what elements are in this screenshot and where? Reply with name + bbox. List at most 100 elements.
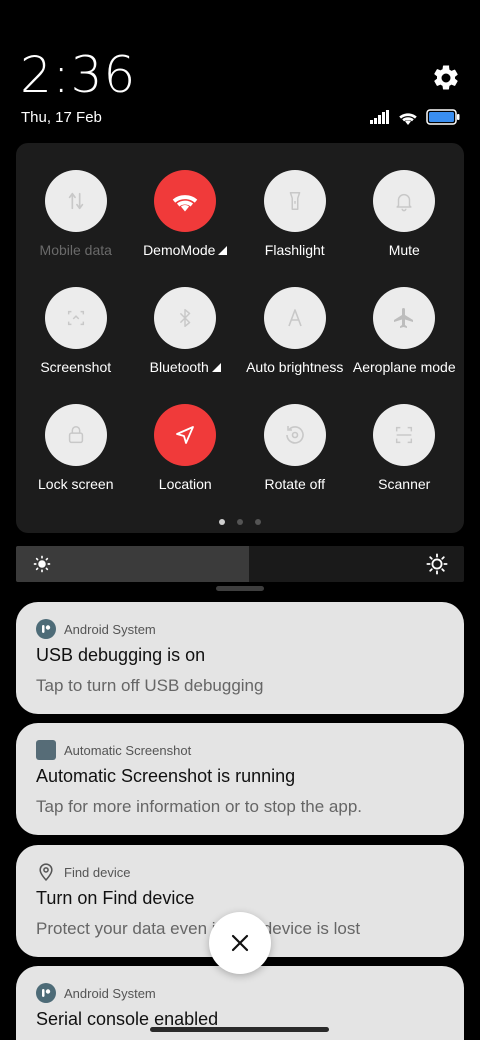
- tile-screenshot[interactable]: Screenshot: [21, 287, 131, 404]
- tile-button[interactable]: [44, 287, 107, 349]
- tile-label-text: Screenshot: [40, 359, 112, 375]
- notification-automatic-screenshot[interactable]: Automatic Screenshot Automatic Screensho…: [16, 723, 464, 835]
- clock: 2:36: [20, 46, 137, 104]
- tile-label: Flashlight: [265, 242, 325, 258]
- quick-settings-grid: Mobile data DemoMode Flashlight Mute Screens…: [16, 170, 464, 521]
- flashlight-icon: [284, 190, 306, 212]
- tile-button[interactable]: [154, 170, 217, 232]
- brightness-slider[interactable]: [16, 546, 464, 582]
- status-icons: [370, 108, 460, 126]
- brightness-high-icon: [426, 553, 448, 575]
- mobile-data-icon: [65, 190, 87, 212]
- notification-app-row: Find device: [36, 862, 130, 882]
- notification-title: Automatic Screenshot is running: [36, 766, 296, 786]
- find-device-icon: [39, 863, 53, 881]
- tile-button[interactable]: [373, 404, 436, 466]
- tile-button[interactable]: [263, 287, 326, 349]
- airplane-icon: [392, 306, 416, 330]
- tile-button[interactable]: [44, 170, 107, 232]
- tile-label-text: Aeroplane mode: [352, 359, 456, 375]
- tile-button[interactable]: [373, 170, 436, 232]
- tile-label-text: DemoMode: [143, 242, 216, 258]
- tile-label: Aeroplane mode: [353, 359, 456, 375]
- gesture-navigation-bar[interactable]: [150, 1027, 329, 1032]
- rotate-icon: [282, 423, 308, 447]
- tile-label: Scanner: [378, 476, 430, 492]
- expand-indicator-icon: [211, 362, 221, 372]
- notification-app-name: Find device: [64, 864, 131, 880]
- tile-button[interactable]: [154, 287, 217, 349]
- screenshot-icon: [64, 307, 88, 329]
- expand-indicator-icon: [218, 245, 228, 255]
- notification-body: Tap to turn off USB debugging: [36, 676, 264, 695]
- tile-button[interactable]: [263, 170, 326, 232]
- tile-label-text: Lock screen: [38, 476, 114, 492]
- notification-app-name: Android System: [64, 985, 156, 1001]
- tile-auto-brightness[interactable]: Auto brightness: [240, 287, 350, 404]
- page-indicator: [16, 519, 464, 525]
- tile-aeroplane-mode[interactable]: Aeroplane mode: [350, 287, 460, 404]
- signal-icon: [370, 110, 389, 124]
- lock-icon: [65, 424, 87, 446]
- tile-button[interactable]: [263, 404, 326, 466]
- tile-label: DemoMode: [143, 242, 228, 258]
- quick-settings-panel: Mobile data DemoMode Flashlight Mute Screens…: [16, 143, 464, 533]
- wifi-icon: [171, 190, 199, 212]
- tile-location[interactable]: Location: [131, 404, 241, 521]
- panel-drag-handle[interactable]: [216, 586, 264, 591]
- bell-icon: [393, 190, 415, 212]
- tile-label-text: Flashlight: [264, 242, 325, 258]
- tile-label: Bluetooth: [150, 359, 221, 375]
- tile-label: Mute: [389, 242, 420, 258]
- notification-app-name: Android System: [64, 621, 156, 637]
- tile-label-text: Mobile data: [39, 242, 112, 258]
- tile-label-text: Bluetooth: [149, 359, 209, 375]
- tile-label: Auto brightness: [246, 359, 343, 375]
- scanner-icon: [393, 424, 415, 446]
- tile-label: Screenshot: [40, 359, 111, 375]
- tile-mobile-data[interactable]: Mobile data: [21, 170, 131, 287]
- notification-app-row: Android System: [36, 983, 156, 1003]
- location-icon: [173, 423, 197, 447]
- bluetooth-icon: [174, 307, 196, 329]
- tile-label-text: Mute: [388, 242, 420, 258]
- android-system-icon: [36, 619, 56, 639]
- tile-label: Rotate off: [265, 476, 325, 492]
- android-system-icon: [36, 983, 56, 1003]
- settings-gear-icon[interactable]: [431, 63, 461, 93]
- notification-app-row: Automatic Screenshot: [36, 740, 191, 760]
- tile-lock-screen[interactable]: Lock screen: [21, 404, 131, 521]
- tile-button[interactable]: [44, 404, 107, 466]
- page-dot: [255, 519, 261, 525]
- brightness-low-icon: [33, 555, 51, 573]
- tile-scanner[interactable]: Scanner: [350, 404, 460, 521]
- clear-all-button[interactable]: [209, 912, 271, 974]
- notification-title: USB debugging is on: [36, 645, 206, 665]
- date: Thu, 17 Feb: [21, 109, 102, 126]
- close-icon: [231, 934, 249, 952]
- tile-label: Mobile data: [40, 242, 112, 258]
- tile-label-text: Auto brightness: [246, 359, 344, 375]
- page-dot: [237, 519, 243, 525]
- tile-button[interactable]: [373, 287, 436, 349]
- tile-button[interactable]: [154, 404, 217, 466]
- tile-label: Lock screen: [38, 476, 113, 492]
- notification-app-row: Android System: [36, 619, 156, 639]
- notification-body: Protect your data even if your device is…: [36, 919, 361, 938]
- tile-flashlight[interactable]: Flashlight: [240, 170, 350, 287]
- notification-app-name: Automatic Screenshot: [64, 742, 192, 758]
- tile-rotate-off[interactable]: Rotate off: [240, 404, 350, 521]
- tile-label-text: Rotate off: [264, 476, 325, 492]
- screenshot-app-icon: [36, 740, 56, 760]
- page-dot: [219, 519, 225, 525]
- tile-bluetooth[interactable]: Bluetooth: [131, 287, 241, 404]
- tile-label: Location: [159, 476, 212, 492]
- battery-icon: [426, 109, 460, 125]
- notification-usb-debugging[interactable]: Android System USB debugging is on Tap t…: [16, 602, 464, 714]
- wifi-status-icon: [399, 112, 417, 125]
- notification-body: Tap for more information or to stop the …: [36, 797, 363, 816]
- tile-demomode[interactable]: DemoMode: [131, 170, 241, 287]
- notification-title: Turn on Find device: [36, 888, 195, 908]
- tile-label-text: Location: [158, 476, 212, 492]
- tile-mute[interactable]: Mute: [350, 170, 460, 287]
